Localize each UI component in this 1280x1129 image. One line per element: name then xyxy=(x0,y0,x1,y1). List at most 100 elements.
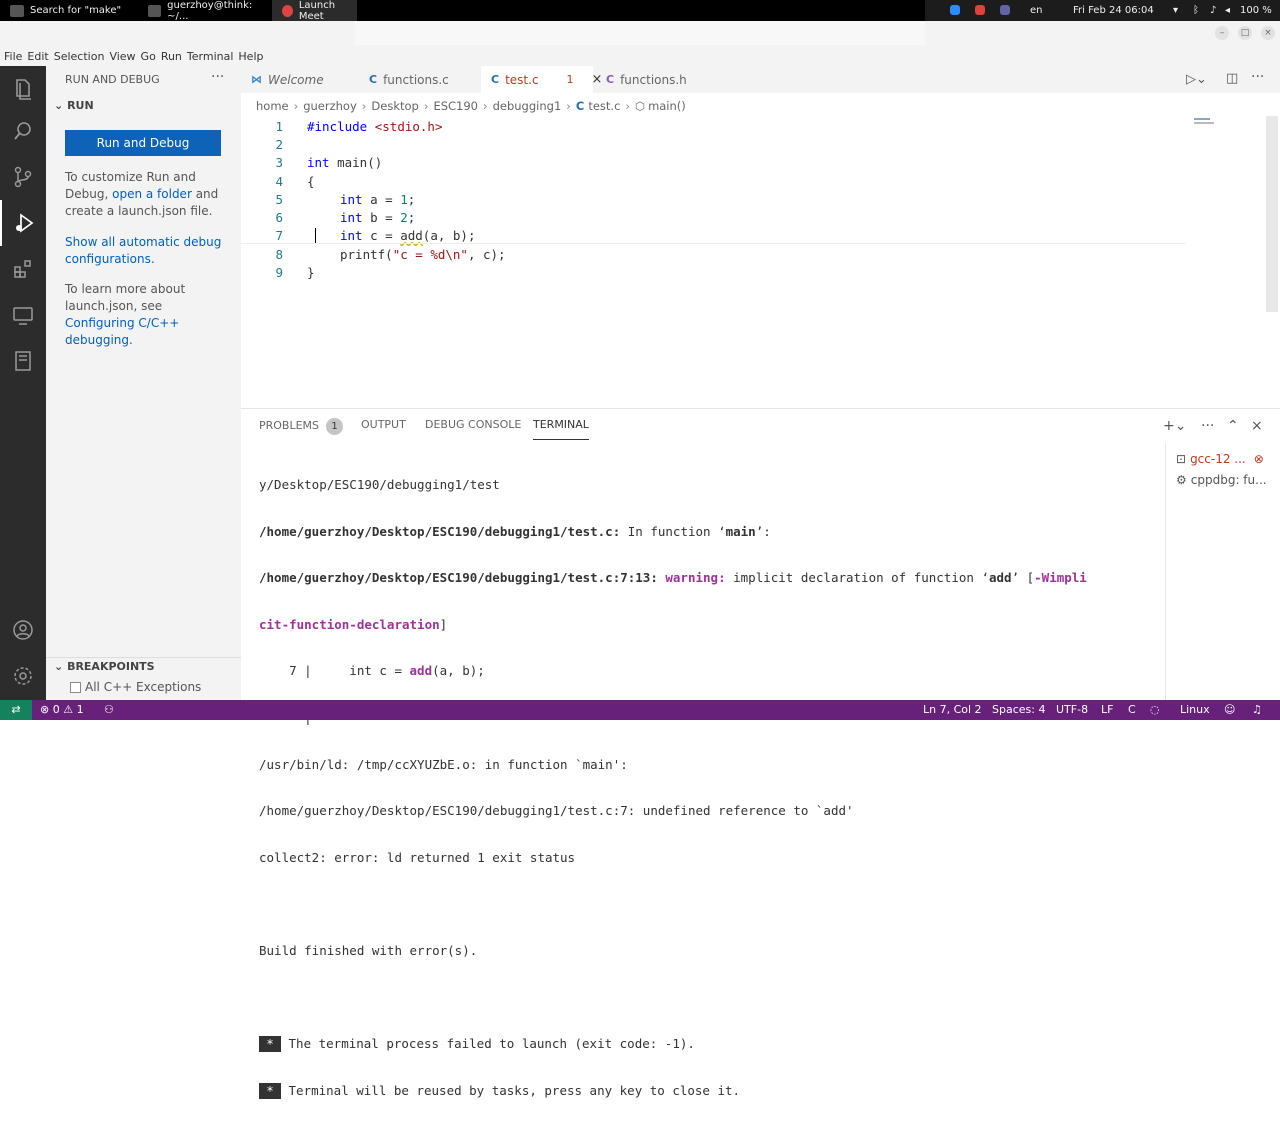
error-icon: ⊗ xyxy=(40,703,50,716)
explorer-icon[interactable] xyxy=(0,66,46,112)
editor-scrollbar[interactable] xyxy=(1266,116,1278,312)
platform[interactable]: Linux xyxy=(1180,700,1210,720)
tab-label: functions.c xyxy=(383,72,449,87)
more-actions-icon[interactable]: ··· xyxy=(1251,69,1264,85)
zoom-icon[interactable] xyxy=(950,0,960,21)
breadcrumb-item[interactable]: Desktop xyxy=(371,99,418,113)
breadcrumb-item[interactable]: test.c xyxy=(588,99,620,113)
menu-selection[interactable]: Selection xyxy=(54,50,110,63)
run-debug-icon[interactable] xyxy=(0,200,46,246)
terminal-output[interactable]: y/Desktop/ESC190/debugging1/test /home/g… xyxy=(259,447,1159,1129)
tab-debug-console[interactable]: DEBUG CONSOLE xyxy=(425,418,521,431)
taskbar-item-terminal[interactable]: guerzhoy@think: ~/... xyxy=(138,0,270,22)
debug-status-icon[interactable]: ⚇ xyxy=(104,700,114,720)
tab-test-c[interactable]: C test.c 1 × xyxy=(481,66,602,93)
language-indicator[interactable]: en xyxy=(1030,0,1043,21)
terminal-entry-gcc[interactable]: ⊡ gcc-12 ... ⊗ xyxy=(1176,452,1264,466)
breadcrumb-item[interactable]: home xyxy=(256,99,289,113)
split-editor-icon[interactable]: ◫ xyxy=(1226,71,1238,86)
record-icon[interactable] xyxy=(975,0,985,21)
breadcrumb-item[interactable]: ESC190 xyxy=(433,99,478,113)
run-section-header[interactable]: ⌄ RUN xyxy=(54,99,94,112)
tab-functions-h[interactable]: C functions.h xyxy=(596,66,718,93)
tab-problems[interactable]: PROBLEMS 1 xyxy=(259,418,344,435)
maximize-icon[interactable]: □ xyxy=(1238,26,1252,40)
code-editor[interactable]: 1 2 3 4 5 6 7 8 9 #include <stdio.h> int… xyxy=(241,116,1280,408)
search-icon[interactable] xyxy=(0,108,46,154)
breadcrumb-item[interactable]: debugging1 xyxy=(493,99,562,113)
remote-icon[interactable]: ⇄ xyxy=(0,700,32,720)
feedback-icon[interactable]: ☺ xyxy=(1224,700,1235,720)
menu-file[interactable]: File xyxy=(4,50,27,63)
run-dropdown-icon[interactable]: ▷⌄ xyxy=(1186,72,1207,87)
c-file-icon: C xyxy=(491,73,500,86)
problems-status[interactable]: ⊗ 0 ⚠ 1 xyxy=(40,700,84,720)
menu-terminal[interactable]: Terminal xyxy=(187,50,239,63)
tab-output[interactable]: OUTPUT xyxy=(361,418,406,431)
warning-token[interactable]: add xyxy=(400,228,423,243)
breadcrumb-item[interactable]: guerzhoy xyxy=(303,99,357,113)
minimap[interactable] xyxy=(1194,118,1218,128)
mic-icon[interactable]: ♪ xyxy=(1210,0,1216,21)
code-line: int c = add(a, b); xyxy=(340,228,475,243)
taskbar-label: Search for "make" xyxy=(30,5,122,16)
notifications-bell-icon[interactable]: ♫ xyxy=(1252,700,1262,720)
source-control-icon[interactable] xyxy=(0,154,46,200)
vscode-icon: ⋈ xyxy=(251,73,262,86)
close-icon[interactable]: × xyxy=(1261,26,1275,40)
close-panel-icon[interactable]: × xyxy=(1251,418,1263,434)
line-ending[interactable]: LF xyxy=(1101,700,1113,720)
open-folder-link[interactable]: open a folder xyxy=(112,187,192,201)
notebook-icon[interactable] xyxy=(0,338,46,384)
configuring-debugging-link[interactable]: debugging. xyxy=(65,332,230,349)
taskbar-item-search[interactable]: Search for "make" xyxy=(0,0,135,21)
more-actions-icon[interactable]: ··· xyxy=(211,69,224,85)
tab-functions-c[interactable]: C functions.c xyxy=(359,66,479,93)
show-configurations-link[interactable]: Show all automatic debug configurations. xyxy=(65,234,230,268)
close-terminal-icon[interactable]: ⊗ xyxy=(1254,452,1264,466)
tab-welcome[interactable]: ⋈ Welcome xyxy=(241,66,356,93)
breadcrumb-item[interactable]: main() xyxy=(648,99,686,113)
menu-edit[interactable]: Edit xyxy=(27,50,53,63)
encoding[interactable]: UTF-8 xyxy=(1056,700,1088,720)
terminal-entry-cppdbg[interactable]: ⚙ cppdbg: fu... xyxy=(1176,473,1267,487)
maximize-panel-icon[interactable]: ⌃ xyxy=(1227,418,1239,434)
terminal-line: * The terminal process failed to launch … xyxy=(259,1036,1159,1053)
battery-indicator[interactable]: 100 % xyxy=(1240,0,1272,21)
taskbar-item-chrome[interactable]: Launch Meet xyxy=(272,0,357,22)
settings-gear-icon[interactable] xyxy=(0,653,46,699)
cursor-position[interactable]: Ln 7, Col 2 xyxy=(923,700,982,720)
indentation[interactable]: Spaces: 4 xyxy=(992,700,1045,720)
menu-run[interactable]: Run xyxy=(161,50,187,63)
new-terminal-icon[interactable]: +⌄ xyxy=(1163,418,1186,434)
taskbar-label: guerzhoy@think: ~/... xyxy=(167,0,253,22)
datetime[interactable]: Fri Feb 24 06:04 xyxy=(1073,0,1154,21)
line-number: 9 xyxy=(275,265,283,280)
sync-icon[interactable]: ◌ xyxy=(1150,700,1160,720)
remote-explorer-icon[interactable] xyxy=(0,292,46,338)
minimize-icon[interactable]: – xyxy=(1215,26,1229,40)
menu-go[interactable]: Go xyxy=(141,50,161,63)
text-line: launch.json, see xyxy=(65,299,163,313)
link-line[interactable]: Show all automatic debug xyxy=(65,234,230,251)
run-and-debug-button[interactable]: Run and Debug xyxy=(65,130,221,156)
bluetooth-icon[interactable]: ᛒ xyxy=(1193,0,1199,21)
more-actions-icon[interactable]: ··· xyxy=(1201,418,1214,434)
link-line[interactable]: configurations. xyxy=(65,251,230,268)
extensions-icon[interactable] xyxy=(0,246,46,292)
language-mode[interactable]: C xyxy=(1128,700,1136,720)
account-icon[interactable] xyxy=(0,607,46,653)
tab-terminal[interactable]: TERMINAL xyxy=(533,418,589,440)
volume-icon[interactable]: ◂ xyxy=(1225,0,1230,21)
menu-help[interactable]: Help xyxy=(238,50,268,63)
breakpoint-item[interactable]: All C++ Exceptions xyxy=(70,680,201,694)
menu-view[interactable]: View xyxy=(109,50,140,63)
breadcrumb: home › guerzhoy › Desktop › ESC190 › debuggi… xyxy=(256,99,686,113)
wifi-icon[interactable]: ▾ xyxy=(1173,0,1178,21)
configuring-debugging-link[interactable]: Configuring C/C++ xyxy=(65,315,230,332)
teams-icon[interactable] xyxy=(1000,0,1010,21)
token: int xyxy=(340,192,363,207)
breakpoints-section-header[interactable]: ⌄ BREAKPOINTS xyxy=(46,657,241,677)
checkbox[interactable] xyxy=(70,681,81,693)
text-line: To learn more about xyxy=(65,282,186,296)
